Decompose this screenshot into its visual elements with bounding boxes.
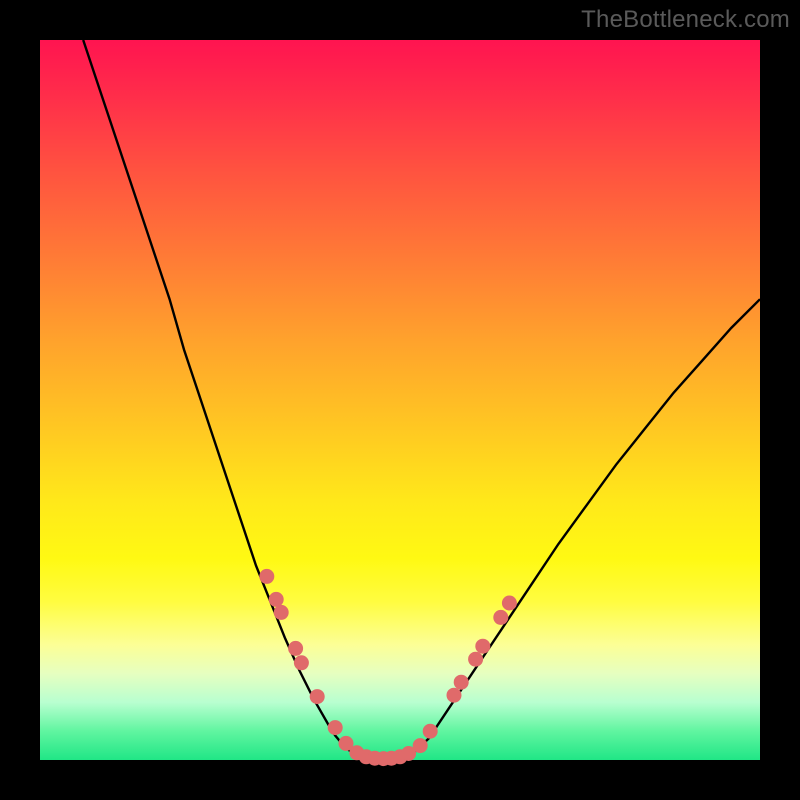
data-marker	[269, 592, 284, 607]
data-marker	[294, 655, 309, 670]
data-marker	[468, 652, 483, 667]
data-marker	[475, 639, 490, 654]
data-marker	[493, 610, 508, 625]
bottleneck-curve	[40, 40, 760, 760]
data-marker	[413, 738, 428, 753]
data-marker	[423, 724, 438, 739]
data-marker	[328, 720, 343, 735]
data-marker	[288, 641, 303, 656]
data-marker	[274, 605, 289, 620]
data-marker	[454, 675, 469, 690]
plot-area	[40, 40, 760, 760]
watermark-text: TheBottleneck.com	[581, 6, 790, 34]
data-marker	[259, 569, 274, 584]
data-marker	[502, 596, 517, 611]
data-marker	[310, 689, 325, 704]
data-marker	[447, 688, 462, 703]
chart-frame: TheBottleneck.com	[0, 0, 800, 800]
